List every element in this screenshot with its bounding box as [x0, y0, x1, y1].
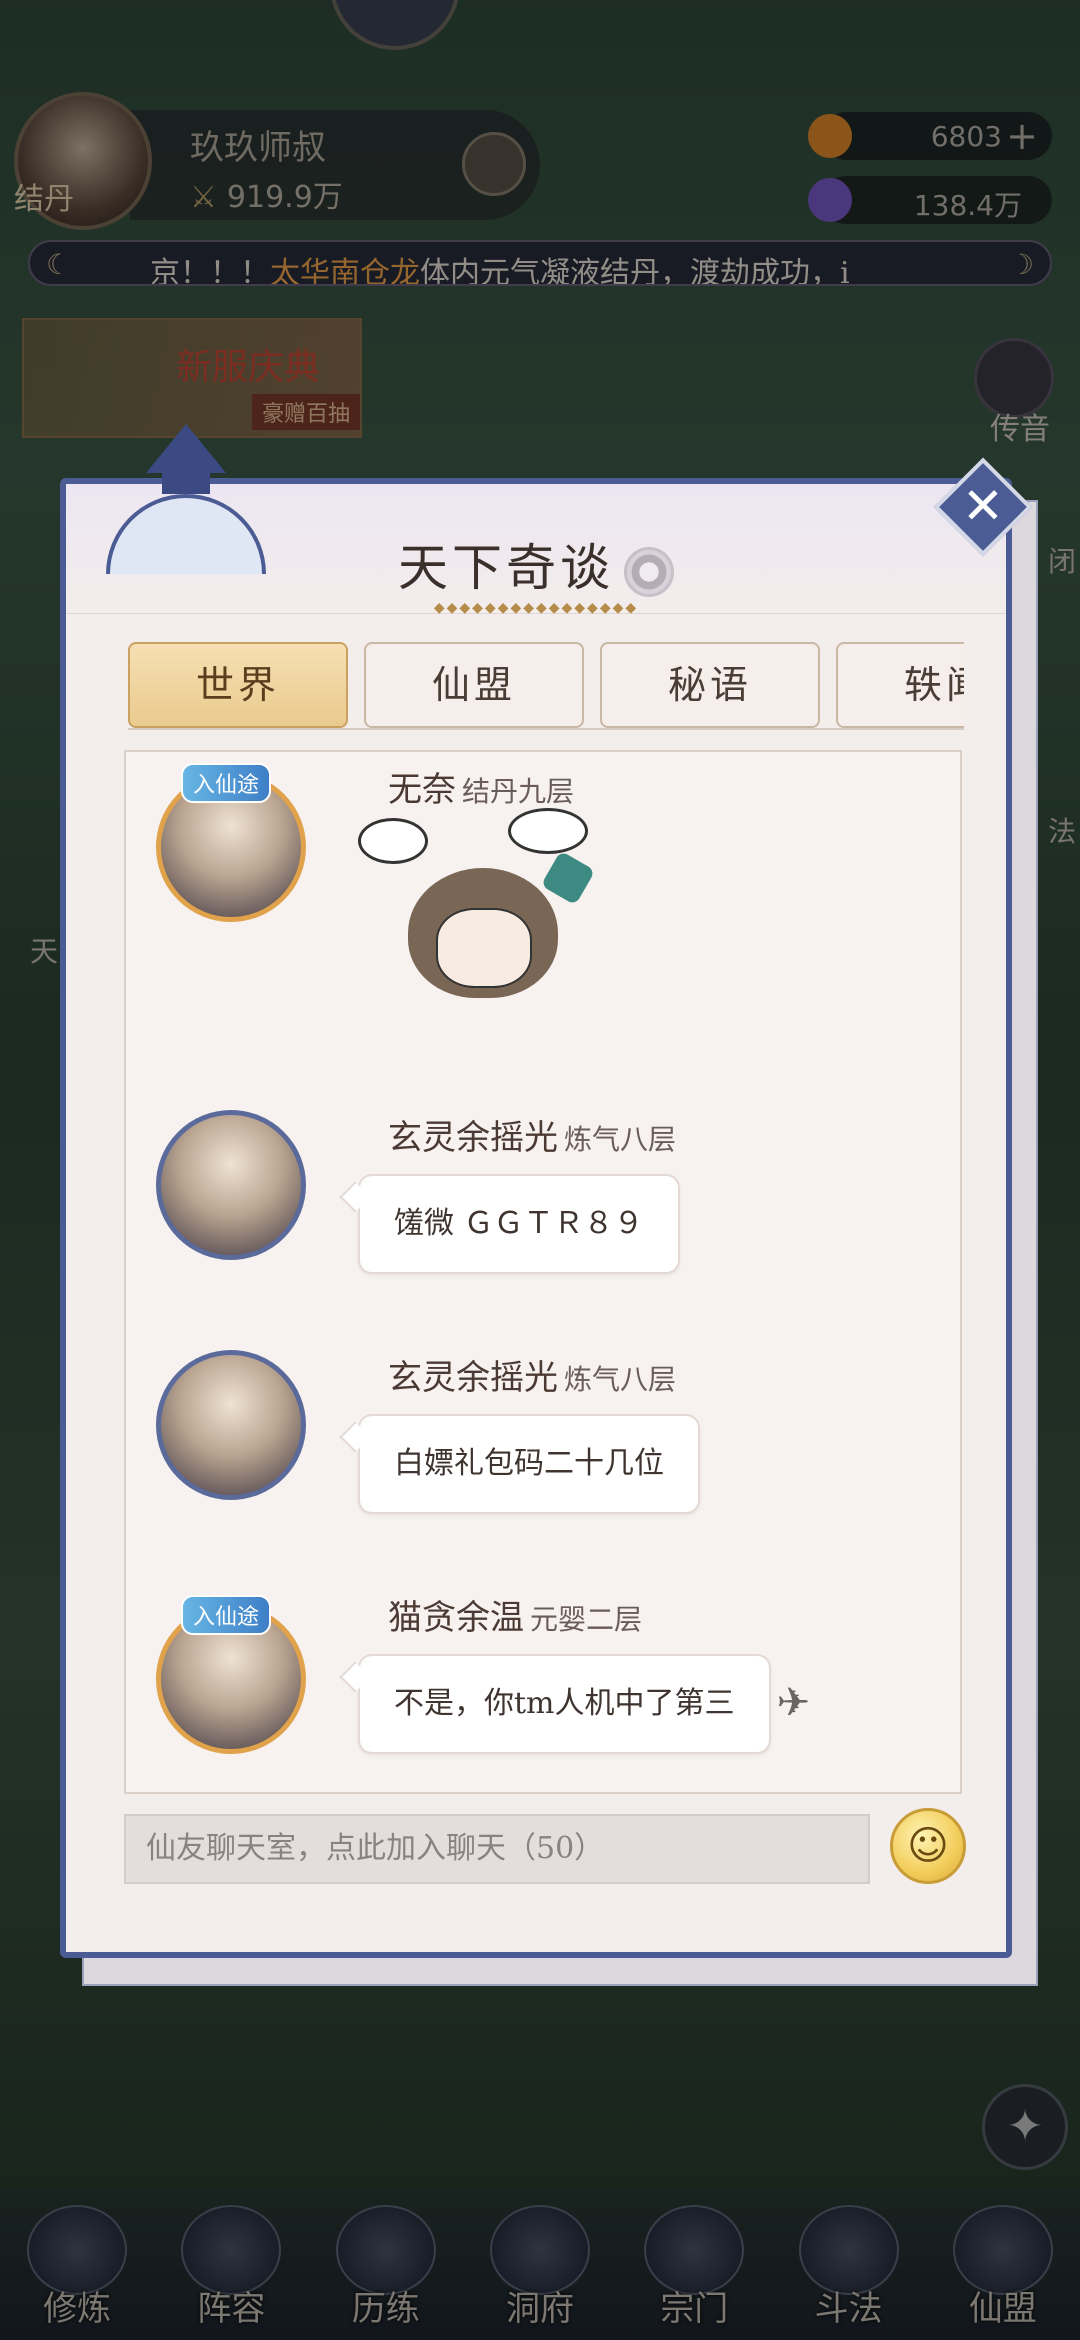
panel-title-text: 天下奇谈	[398, 539, 614, 597]
close-icon: ✕	[962, 477, 1004, 535]
tab-divider	[128, 728, 964, 730]
message-bubble[interactable]: 白嫖礼包码二十几位	[358, 1414, 700, 1514]
emoji-icon[interactable]: ☺	[890, 1808, 966, 1884]
sender-rank: 炼气八层	[564, 1363, 677, 1396]
status-badge: 入仙途	[181, 763, 272, 803]
sender-rank: 炼气八层	[564, 1123, 677, 1156]
tab-anecdote[interactable]: 轶闻	[836, 642, 964, 728]
sender-name[interactable]: 无奈 结丹九层	[388, 762, 574, 811]
avatar[interactable]: 入仙途	[156, 763, 306, 922]
avatar[interactable]	[156, 1110, 306, 1260]
title-ornament: ◆◆◆◆◆◆◆◆◆◆◆◆◆◆◆◆	[433, 600, 639, 616]
sender-name[interactable]: 玄灵余摇光 炼气八层	[388, 1110, 676, 1159]
avatar[interactable]	[156, 1350, 306, 1500]
chat-input[interactable]: 仙友聊天室，点此加入聊天（50）	[124, 1814, 870, 1884]
tab-world[interactable]: 世界	[128, 642, 348, 728]
status-badge: 入仙途	[181, 1595, 272, 1635]
message-bubble[interactable]: 馐微 ＧＧＴＲ８９	[358, 1174, 680, 1274]
sender-name[interactable]: 玄灵余摇光 炼气八层	[388, 1350, 676, 1399]
avatar[interactable]: 入仙途	[156, 1595, 306, 1754]
swallow-icon: ✈	[776, 1680, 810, 1726]
sender-rank: 结丹九层	[462, 775, 575, 808]
sticker-image[interactable]	[358, 808, 608, 1018]
sender-rank: 元婴二层	[530, 1603, 643, 1636]
panel-title: 天下奇谈	[66, 528, 1006, 600]
panel-header: 天下奇谈 ◆◆◆◆◆◆◆◆◆◆◆◆◆◆◆◆	[66, 424, 1006, 616]
sender-name[interactable]: 猫贪余温 元婴二层	[388, 1590, 642, 1639]
chat-input-row: 仙友聊天室，点此加入聊天（50） ☺	[124, 1808, 966, 1890]
channel-tabs: 世界 仙盟 秘语 轶闻	[128, 642, 964, 728]
message-bubble[interactable]: 不是，你tm人机中了第三	[358, 1654, 771, 1754]
settings-gear-icon[interactable]	[624, 547, 674, 597]
tab-alliance[interactable]: 仙盟	[364, 642, 584, 728]
chat-message-list[interactable]: 入仙途 无奈 结丹九层 玄灵余摇光 炼气八层 馐微 ＧＧＴＲ８９ 玄灵余摇光 炼…	[124, 750, 962, 1794]
tab-whisper[interactable]: 秘语	[600, 642, 820, 728]
chat-panel: 天下奇谈 ◆◆◆◆◆◆◆◆◆◆◆◆◆◆◆◆ ✕ 世界 仙盟 秘语 轶闻 入仙途 …	[60, 424, 1033, 1958]
